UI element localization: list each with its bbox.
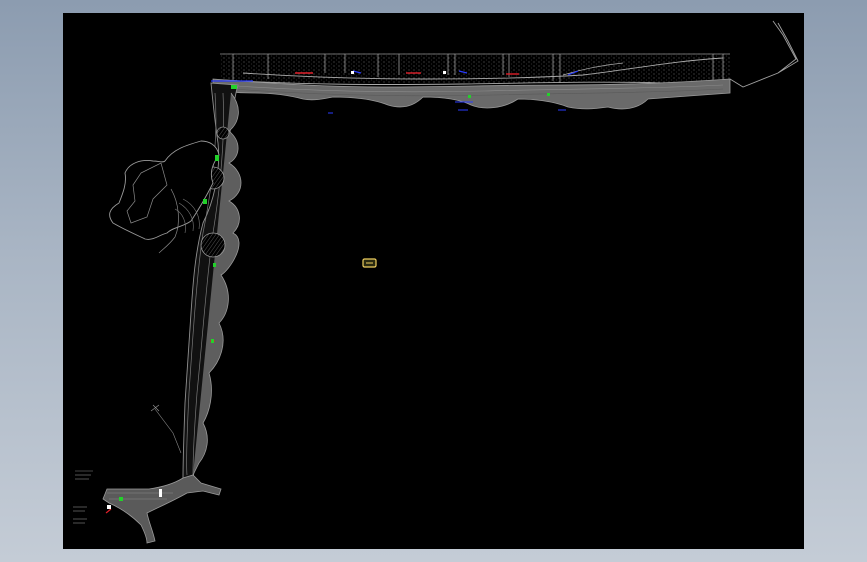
red-markers xyxy=(105,72,519,514)
cad-drawing-viewport[interactable] xyxy=(63,13,804,549)
northern-shoreline xyxy=(212,20,799,110)
circular-plaza xyxy=(200,232,226,258)
ne-breakwater xyxy=(729,20,799,88)
selected-block[interactable] xyxy=(362,258,377,268)
legend-notes xyxy=(73,470,93,524)
western-shoreline xyxy=(102,82,242,544)
south-bay xyxy=(102,474,222,544)
circular-plaza xyxy=(216,126,230,140)
site-plan-drawing xyxy=(73,20,799,544)
white-markers xyxy=(107,71,446,509)
